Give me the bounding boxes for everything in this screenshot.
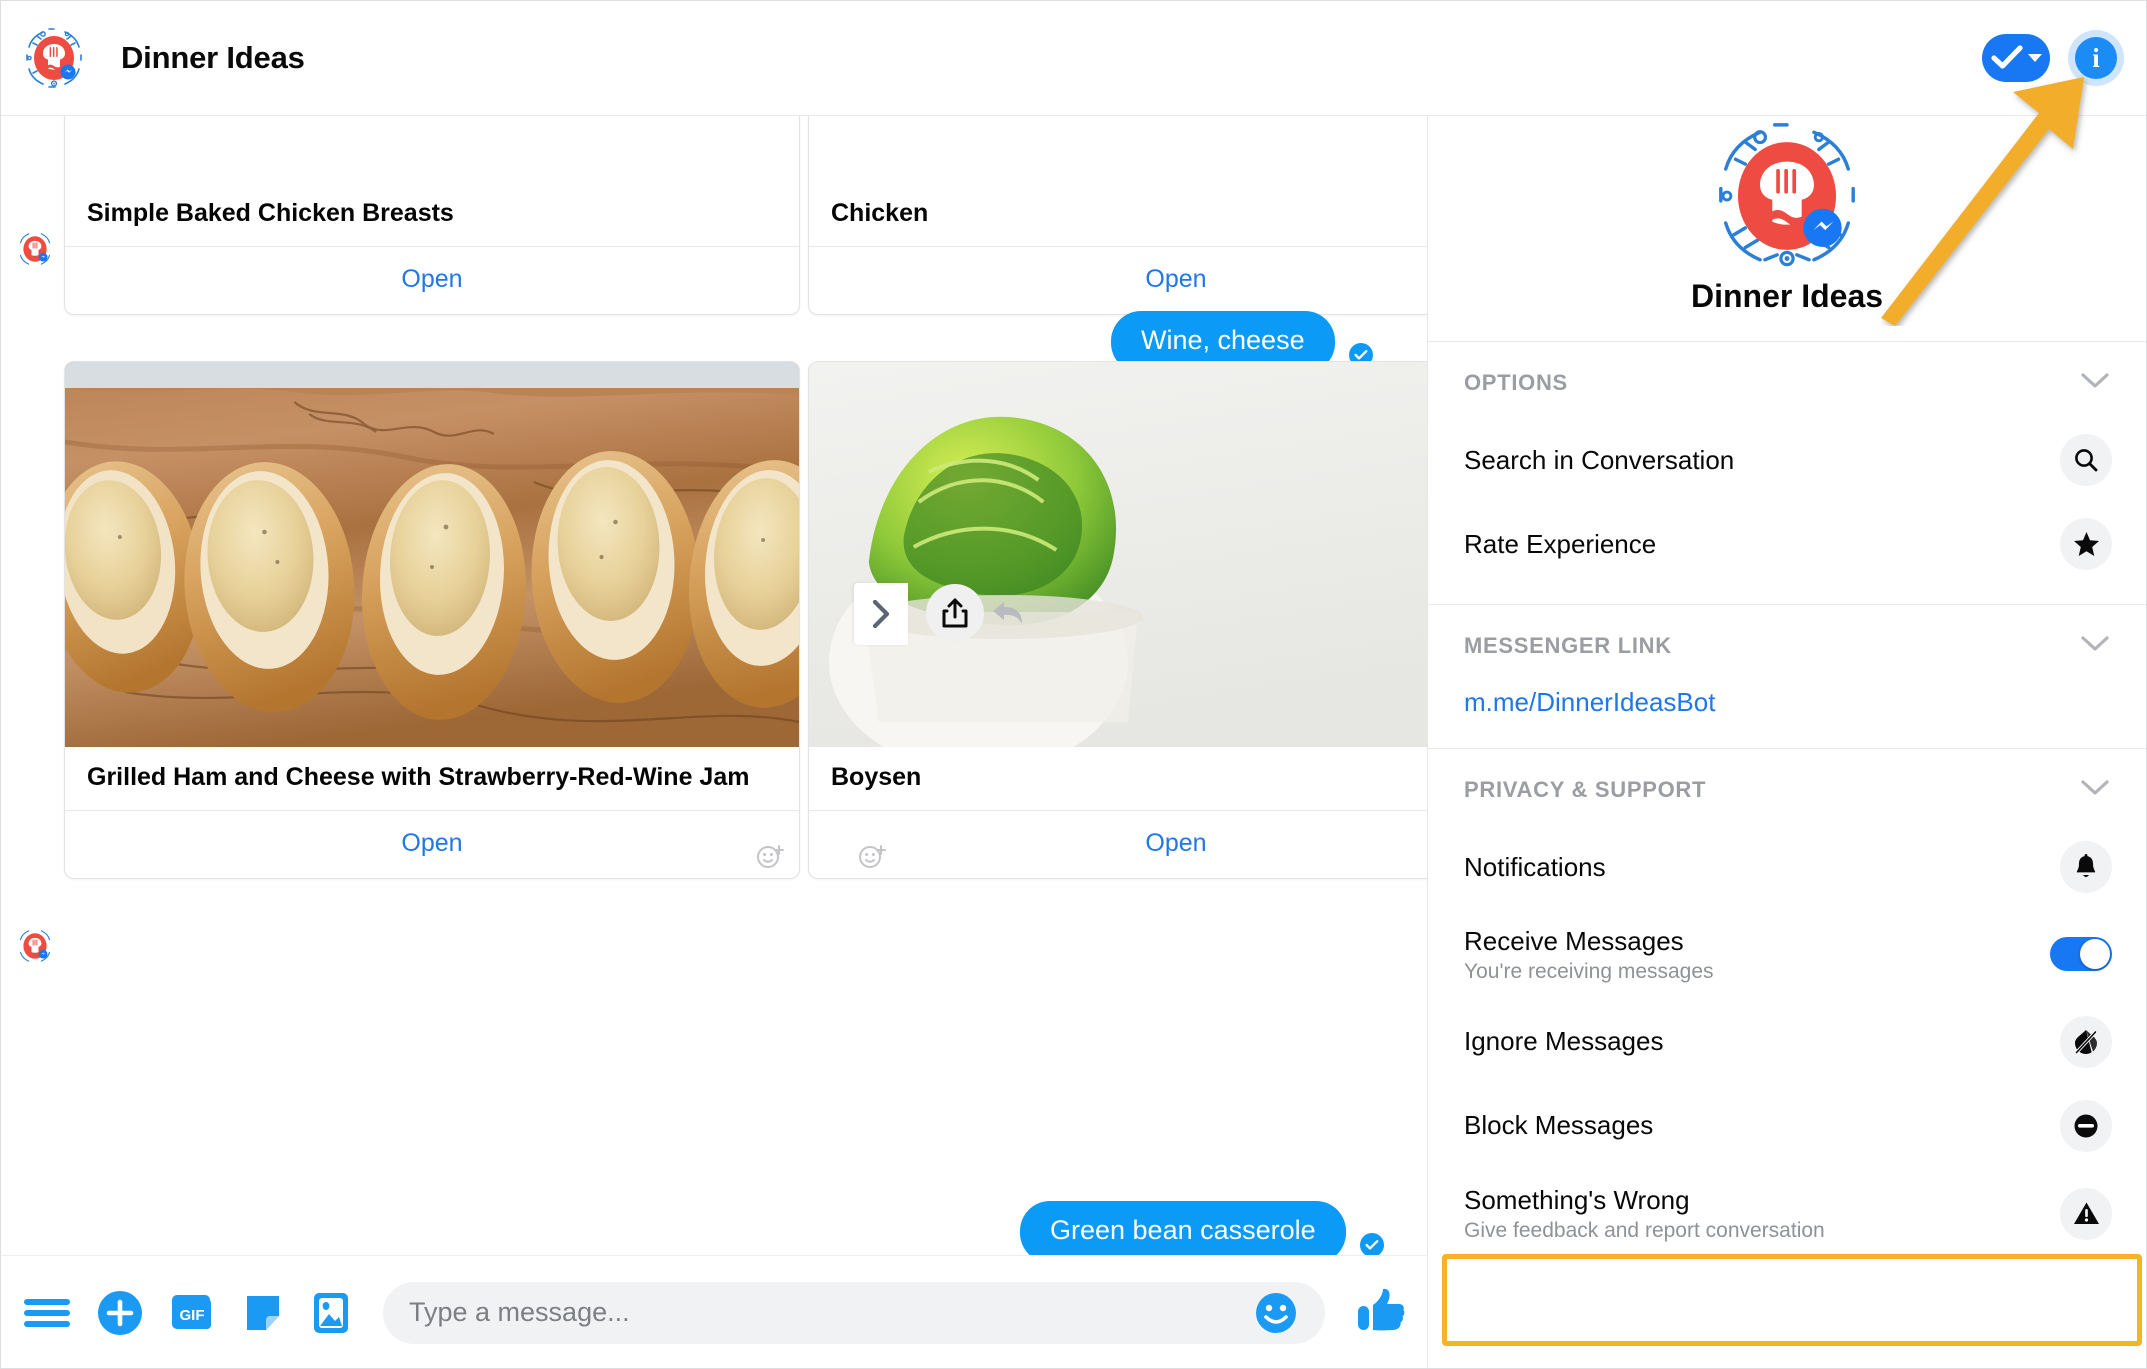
hamburger-menu-icon[interactable] <box>23 1296 71 1330</box>
add-reaction-icon[interactable] <box>747 838 793 874</box>
header-actions: i <box>1982 30 2124 86</box>
sidebar-item-label: Something's Wrong <box>1464 1185 1690 1216</box>
sidebar-item-label: Ignore Messages <box>1464 1026 1664 1057</box>
card-title: Boysen <box>831 763 922 791</box>
messenger-link-section: MESSENGER LINK m.me/DinnerIdeasBot <box>1428 605 2146 749</box>
sidebar-item-label: Block Messages <box>1464 1110 1654 1141</box>
plus-circle-icon[interactable] <box>97 1290 143 1336</box>
sidebar-item-sublabel: Give feedback and report conversation <box>1464 1218 1825 1242</box>
message-list[interactable]: Simple Baked Chicken Breasts Open Chicke… <box>1 116 1429 1255</box>
recipe-card[interactable]: Chicken Open <box>808 116 1429 315</box>
receive-messages-toggle[interactable] <box>2050 937 2112 972</box>
add-reaction-icon[interactable] <box>849 838 895 874</box>
open-button[interactable]: Open <box>65 811 799 878</box>
search-input[interactable]: Type a message... <box>383 1281 1325 1344</box>
sidebar-item-receive-messages[interactable]: Receive Messages You're receiving messag… <box>1428 909 2146 1000</box>
sidebar-item-label: Notifications <box>1464 851 1606 882</box>
sticker-icon[interactable] <box>241 1291 285 1335</box>
block-minus-icon <box>2060 1099 2112 1152</box>
conversation-info-button[interactable]: i <box>2068 30 2124 86</box>
chevron-right-icon <box>872 599 890 629</box>
reply-arrow-icon <box>993 602 1022 624</box>
search-icon <box>2060 434 2112 486</box>
messenger-window: Dinner Ideas i Simple Baked Chicken Brea… <box>0 0 2147 1369</box>
section-label: MESSENGER LINK <box>1464 633 1672 658</box>
sidebar-item-label: Search in Conversation <box>1464 444 1735 475</box>
bell-icon <box>2060 841 2112 893</box>
avatar <box>17 231 53 267</box>
profile-name: Dinner Ideas <box>1690 278 1884 314</box>
section-label: OPTIONS <box>1464 370 1568 395</box>
conversation-details-panel: Dinner Ideas OPTIONS Search in Conversat… <box>1427 116 2146 1368</box>
recipe-card[interactable]: Simple Baked Chicken Breasts Open <box>64 116 800 315</box>
sidebar-item-rate-experience[interactable]: Rate Experience <box>1428 502 2146 604</box>
message-input-placeholder: Type a message... <box>409 1297 630 1327</box>
sidebar-item-block-messages[interactable]: Block Messages <box>1428 1084 2146 1168</box>
sidebar-item-label: Receive Messages <box>1464 926 1684 956</box>
profile-section: Dinner Ideas <box>1428 116 2146 342</box>
sidebar-item-search-in-conversation[interactable]: Search in Conversation <box>1428 418 2146 502</box>
sidebar-item-somethings-wrong[interactable]: Something's Wrong Give feedback and repo… <box>1428 1168 2146 1260</box>
checkmark-icon <box>1990 45 2023 69</box>
sidebar-item-ignore-messages[interactable]: Ignore Messages <box>1428 1000 2146 1084</box>
card-title: Simple Baked Chicken Breasts <box>87 199 454 227</box>
section-label: PRIVACY & SUPPORT <box>1464 777 1707 802</box>
options-section: OPTIONS Search in Conversation Rate Expe… <box>1428 342 2146 605</box>
conversation-header: Dinner Ideas i <box>1 1 2146 116</box>
avatar <box>17 928 53 964</box>
sidebar-item-notifications[interactable]: Notifications <box>1428 825 2146 909</box>
card-title: Chicken <box>831 199 929 227</box>
reply-button[interactable] <box>983 588 1033 638</box>
emoji-smiley-icon[interactable] <box>1253 1290 1299 1336</box>
message-bubble[interactable]: Green bean casserole <box>1020 1201 1346 1255</box>
card-title: Grilled Ham and Cheese with Strawberry-R… <box>87 763 750 791</box>
messenger-link[interactable]: m.me/DinnerIdeasBot <box>1428 681 2146 748</box>
privacy-support-section-header[interactable]: PRIVACY & SUPPORT <box>1428 749 2146 825</box>
page-title: Dinner Ideas <box>121 40 305 75</box>
chevron-down-icon <box>2080 779 2110 802</box>
open-button[interactable]: Open <box>809 247 1429 314</box>
carousel-next-button[interactable] <box>854 583 908 645</box>
sidebar-item-label: Rate Experience <box>1464 528 1657 559</box>
options-section-header[interactable]: OPTIONS <box>1428 342 2146 418</box>
share-icon <box>942 598 968 628</box>
dinner-ideas-bot-logo <box>1711 120 1863 272</box>
recipe-card[interactable]: Grilled Ham and Cheese with Strawberry-R… <box>64 361 800 879</box>
chevron-down-icon <box>2080 635 2110 658</box>
star-icon <box>2060 518 2112 570</box>
warning-triangle-icon <box>2060 1187 2112 1240</box>
toggle-knob <box>2080 939 2110 970</box>
photo-icon[interactable] <box>311 1290 351 1336</box>
card-image <box>809 362 1429 747</box>
ignore-slash-icon <box>2060 1015 2112 1068</box>
card-image <box>65 362 799 747</box>
sidebar-item-sublabel: You're receiving messages <box>1464 959 1714 983</box>
mark-as-done-button[interactable] <box>1982 34 2050 82</box>
privacy-support-section: PRIVACY & SUPPORT Notifications Receive … <box>1428 749 2146 1260</box>
dinner-ideas-bot-logo <box>23 27 85 89</box>
chevron-down-icon <box>2080 372 2110 395</box>
thumbs-up-icon[interactable] <box>1355 1285 1407 1340</box>
share-button[interactable] <box>926 584 984 642</box>
seen-check-icon <box>1359 1233 1384 1255</box>
svg-text:GIF: GIF <box>180 1307 205 1324</box>
caret-down-icon <box>2027 54 2042 62</box>
open-button[interactable]: Open <box>65 247 799 314</box>
open-button[interactable]: Open <box>809 811 1429 878</box>
message-composer: GIF Type a message... <box>1 1255 1429 1368</box>
gif-icon[interactable]: GIF <box>169 1291 215 1335</box>
messenger-link-section-header[interactable]: MESSENGER LINK <box>1428 605 2146 681</box>
info-icon: i <box>2075 37 2117 79</box>
outgoing-message: Green bean casserole <box>1020 1201 1384 1255</box>
